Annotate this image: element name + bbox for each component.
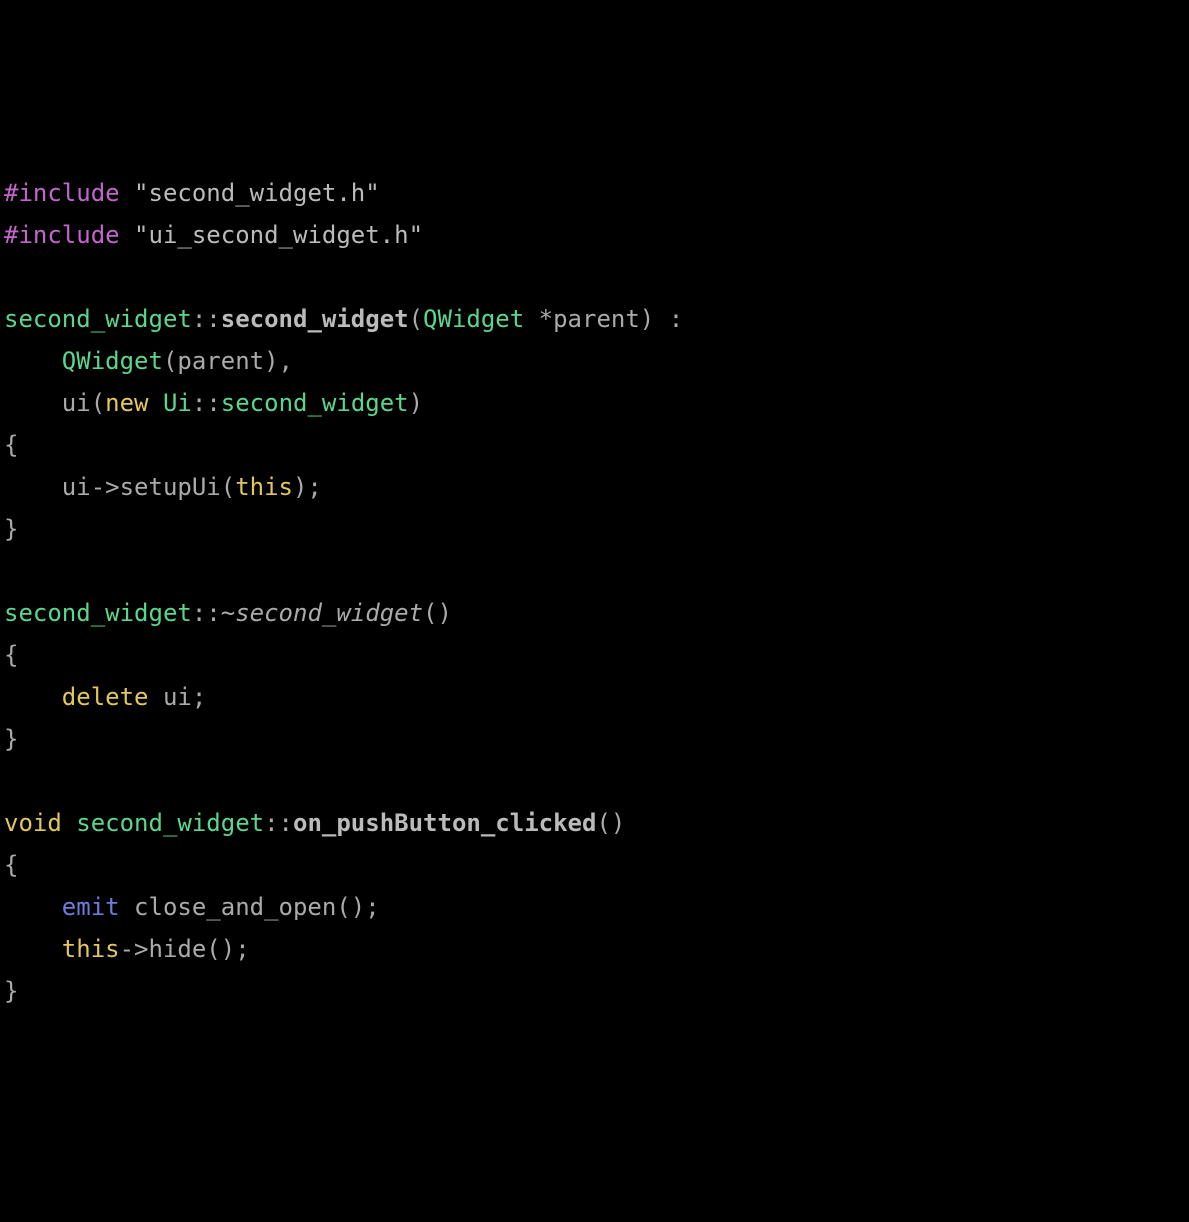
class-name: second_widget <box>76 809 264 837</box>
include-string: "ui_second_widget.h" <box>134 221 423 249</box>
class-name: second_widget <box>4 305 192 333</box>
code-editor[interactable]: #include "second_widget.h" #include "ui_… <box>4 172 1185 1012</box>
paren: () <box>423 599 452 627</box>
keyword-this: this <box>62 935 120 963</box>
brace: { <box>4 641 18 669</box>
space <box>62 809 76 837</box>
scope-op: :: <box>264 809 293 837</box>
stmt: ); <box>293 473 322 501</box>
type-name: QWidget <box>423 305 524 333</box>
scope-op: :: <box>192 305 221 333</box>
init: ui( <box>62 389 105 417</box>
keyword-new: new <box>105 389 148 417</box>
destructor-name: second_widget <box>235 599 423 627</box>
tilde: ~ <box>221 599 235 627</box>
preprocessor-include: #include <box>4 221 120 249</box>
scope-op: :: <box>192 389 221 417</box>
brace: } <box>4 515 18 543</box>
method-name: on_pushButton_clicked <box>293 809 596 837</box>
brace: } <box>4 977 18 1005</box>
param: *parent) : <box>524 305 683 333</box>
paren: ) <box>409 389 423 417</box>
class-name: QWidget <box>62 347 163 375</box>
stmt: ui; <box>149 683 207 711</box>
keyword-emit: emit <box>62 893 120 921</box>
brace: { <box>4 851 18 879</box>
preprocessor-include: #include <box>4 179 120 207</box>
brace: { <box>4 431 18 459</box>
init: (parent), <box>163 347 293 375</box>
stmt: close_and_open(); <box>120 893 380 921</box>
keyword-this: this <box>235 473 293 501</box>
constructor-name: second_widget <box>221 305 409 333</box>
class-name: second_widget <box>4 599 192 627</box>
paren: ( <box>409 305 423 333</box>
paren: () <box>596 809 625 837</box>
keyword-void: void <box>4 809 62 837</box>
stmt: ->hide(); <box>120 935 250 963</box>
scope-op: :: <box>192 599 221 627</box>
class-name: second_widget <box>221 389 409 417</box>
brace: } <box>4 725 18 753</box>
include-string: "second_widget.h" <box>134 179 380 207</box>
namespace: Ui <box>149 389 192 417</box>
stmt: ui->setupUi( <box>4 473 235 501</box>
keyword-delete: delete <box>62 683 149 711</box>
